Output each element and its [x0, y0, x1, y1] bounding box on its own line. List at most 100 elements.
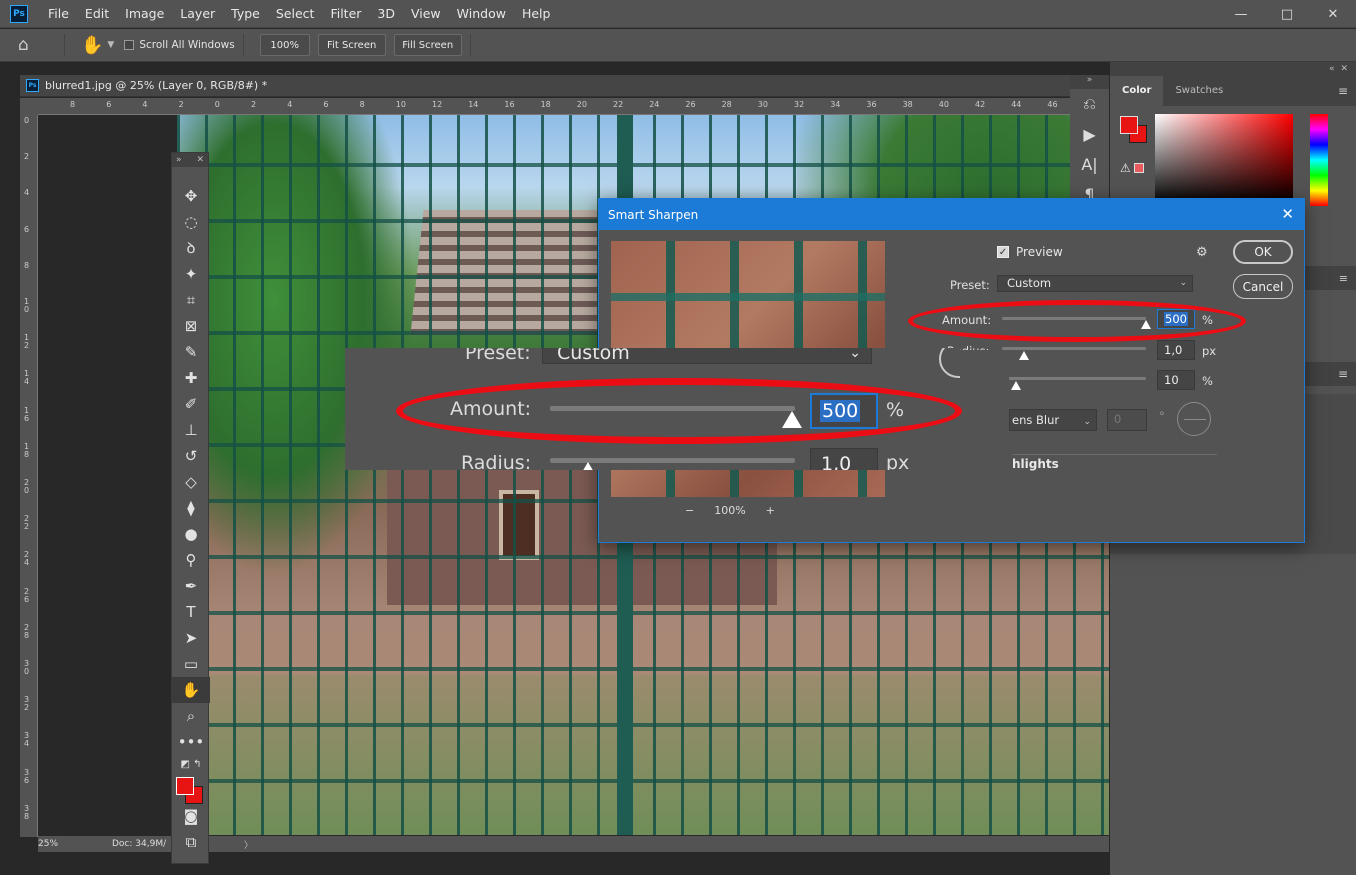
close-icon[interactable]: ✕ — [1281, 205, 1294, 223]
more-tools-icon[interactable]: ••• — [172, 729, 210, 755]
magnified-amount-input: 500 — [810, 393, 878, 429]
menu-view[interactable]: View — [403, 0, 449, 28]
hand-tool-icon[interactable]: ✋ — [172, 677, 210, 703]
menu-3d[interactable]: 3D — [369, 0, 403, 28]
close-window-button[interactable]: ✕ — [1310, 0, 1356, 28]
collapse-icon[interactable]: » — [176, 155, 182, 165]
crop-tool-icon[interactable]: ⌗ — [172, 287, 210, 313]
reduce-noise-slider[interactable] — [1009, 377, 1146, 380]
menu-image[interactable]: Image — [117, 0, 172, 28]
foreground-swatch[interactable] — [1120, 116, 1138, 134]
amount-input[interactable]: 500 — [1157, 309, 1195, 329]
menu-help[interactable]: Help — [514, 0, 559, 28]
actions-play-icon[interactable]: ▶ — [1070, 119, 1109, 149]
highlights-section-label[interactable]: hlights — [1012, 457, 1059, 471]
hand-tool-icon[interactable]: ✋ — [81, 35, 103, 56]
path-selection-tool-icon[interactable]: ➤ — [172, 625, 210, 651]
zoom-tool-icon[interactable]: ⌕ — [172, 703, 210, 729]
lasso-tool-icon[interactable]: ꝺ — [172, 235, 210, 261]
tools-panel-header[interactable]: » ✕ — [172, 153, 208, 167]
gear-icon[interactable]: ⚙ — [1196, 245, 1208, 260]
preset-select[interactable]: Custom ⌄ — [997, 275, 1193, 292]
move-tool-icon[interactable]: ✥ — [172, 183, 210, 209]
ruler-tick-label: 6 — [106, 100, 112, 109]
document-tab[interactable]: Ps blurred1.jpg @ 25% (Layer 0, RGB/8#) … — [20, 75, 1070, 97]
collapse-icon[interactable]: « — [1329, 64, 1335, 74]
character-icon[interactable]: A| — [1070, 149, 1109, 179]
menu-type[interactable]: Type — [223, 0, 268, 28]
ruler-tick-label: 0 — [214, 100, 220, 109]
magic-wand-tool-icon[interactable]: ✦ — [172, 261, 210, 287]
zoom-100-button[interactable]: 100% — [259, 34, 310, 56]
angle-input[interactable]: 0 — [1107, 409, 1147, 431]
amount-value: 500 — [1164, 312, 1188, 326]
horizontal-ruler: 8 6 4 2 0 2 4 6 8 10 12 14 16 18 20 22 24 26 28 30 32 34 36 38 4… — [38, 98, 1070, 115]
swap-colors-icon[interactable]: ◩ ↰ — [172, 755, 210, 773]
foreground-color[interactable] — [176, 777, 194, 795]
pen-tool-icon[interactable]: ✒ — [172, 573, 210, 599]
dodge-tool-icon[interactable]: ⚲ — [172, 547, 210, 573]
menu-window[interactable]: Window — [449, 0, 514, 28]
menu-edit[interactable]: Edit — [77, 0, 117, 28]
eyedropper-tool-icon[interactable]: ✎ — [172, 339, 210, 365]
menu-file[interactable]: File — [40, 0, 77, 28]
panel-icon-column: » ⎌ ▶ A| ¶ — [1070, 75, 1109, 205]
close-icon[interactable]: ✕ — [1340, 64, 1348, 74]
tab-color[interactable]: Color — [1110, 76, 1164, 106]
chevron-down-icon[interactable]: ▼ — [107, 40, 114, 50]
frame-tool-icon[interactable]: ⊠ — [172, 313, 210, 339]
stamp-tool-icon[interactable]: ⊥ — [172, 417, 210, 443]
ruler-tick-label: 28 — [721, 100, 732, 109]
tab-swatches[interactable]: Swatches — [1163, 76, 1235, 106]
panel-menu-icon[interactable]: ≡ — [1338, 367, 1348, 381]
reduce-noise-input[interactable]: 10 — [1157, 370, 1195, 390]
panel-menu-icon[interactable]: ≡ — [1338, 76, 1356, 106]
fill-screen-button[interactable]: Fill Screen — [393, 34, 462, 56]
zoom-out-icon[interactable]: − — [685, 504, 694, 517]
gamut-warning-icon[interactable]: ⚠ — [1120, 161, 1131, 175]
zoom-in-icon[interactable]: + — [766, 504, 775, 517]
amount-slider-thumb[interactable] — [1141, 320, 1151, 329]
quick-mask-icon[interactable]: ◙ — [172, 803, 210, 829]
gamut-color-swatch[interactable] — [1134, 163, 1144, 173]
panel-menu-icon[interactable]: ≡ — [1339, 272, 1348, 285]
rectangle-tool-icon[interactable]: ▭ — [172, 651, 210, 677]
checkbox-box[interactable] — [124, 40, 135, 50]
marquee-tool-icon[interactable]: ◌ — [172, 209, 210, 235]
radius-slider[interactable] — [1002, 347, 1146, 350]
history-icon[interactable]: ⎌ — [1070, 89, 1109, 119]
type-tool-icon[interactable]: T — [172, 599, 210, 625]
fit-screen-button[interactable]: Fit Screen — [317, 34, 386, 56]
reduce-noise-slider-thumb[interactable] — [1011, 381, 1021, 390]
history-brush-tool-icon[interactable]: ↺ — [172, 443, 210, 469]
menu-layer[interactable]: Layer — [172, 0, 223, 28]
angle-dial[interactable] — [1177, 402, 1211, 436]
remove-select[interactable]: ens Blur ⌄ — [1009, 409, 1097, 431]
preview-checkbox[interactable]: ✓ Preview — [997, 245, 1063, 259]
chevron-right-icon[interactable]: 〉 — [244, 838, 253, 851]
paint-bucket-tool-icon[interactable]: ⧫ — [172, 495, 210, 521]
check-icon[interactable]: ✓ — [997, 246, 1009, 258]
scroll-all-windows-checkbox[interactable]: Scroll All Windows — [124, 39, 235, 51]
blur-tool-icon[interactable]: ● — [172, 521, 210, 547]
hue-slider[interactable] — [1310, 114, 1328, 206]
maximize-button[interactable]: □ — [1264, 0, 1310, 28]
radius-input[interactable]: 1,0 — [1157, 340, 1195, 360]
minimize-button[interactable]: — — [1218, 0, 1264, 28]
menu-select[interactable]: Select — [268, 0, 323, 28]
close-icon[interactable]: ✕ — [196, 155, 204, 165]
radius-slider-thumb[interactable] — [1019, 351, 1029, 360]
cancel-button[interactable]: Cancel — [1233, 274, 1293, 299]
brush-tool-icon[interactable]: ✐ — [172, 391, 210, 417]
menu-filter[interactable]: Filter — [322, 0, 369, 28]
screen-mode-icon[interactable]: ⧉ — [172, 829, 210, 855]
zoom-readout[interactable]: 25% — [38, 839, 98, 849]
collapse-icon[interactable]: » — [1070, 75, 1109, 89]
color-swatches[interactable] — [172, 773, 210, 804]
ok-button[interactable]: OK — [1233, 240, 1293, 264]
healing-brush-tool-icon[interactable]: ✚ — [172, 365, 210, 391]
amount-slider[interactable] — [1002, 317, 1146, 320]
color-field[interactable] — [1155, 114, 1293, 204]
eraser-tool-icon[interactable]: ◇ — [172, 469, 210, 495]
home-icon[interactable]: ⌂ — [18, 35, 40, 55]
